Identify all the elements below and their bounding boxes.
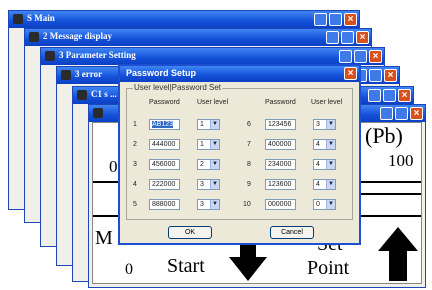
password-setup-dialog: Password Setup × User level|Password Set… — [118, 64, 361, 245]
value-0-bottom: 0 — [125, 261, 133, 278]
app-icon — [93, 108, 103, 118]
point-label: Point — [307, 257, 350, 279]
row-number: 3 — [133, 161, 137, 168]
group-label: User level|Password Set — [133, 83, 222, 92]
password-field[interactable]: 456000 — [149, 159, 180, 170]
password-field[interactable]: 222000 — [149, 179, 180, 190]
maximize-button[interactable] — [383, 89, 396, 102]
password-field[interactable]: 000000 — [265, 199, 296, 210]
user-level-select[interactable]: 0 ▼ — [313, 199, 336, 210]
user-level-select[interactable]: 4 ▼ — [313, 139, 336, 150]
close-button[interactable]: × — [344, 13, 357, 26]
row-number: 5 — [133, 201, 137, 208]
close-button[interactable]: × — [384, 69, 397, 82]
minimize-button[interactable] — [314, 13, 327, 26]
value-100: 100 — [388, 151, 414, 170]
maximize-button[interactable] — [329, 13, 342, 26]
minimize-button[interactable] — [339, 50, 352, 63]
password-field[interactable]: 123456 — [265, 119, 296, 130]
maximize-button[interactable] — [354, 50, 367, 63]
password-field[interactable]: 444000 — [149, 139, 180, 150]
app-icon — [45, 51, 55, 61]
title-bar[interactable]: 2 Message display × — [25, 29, 371, 46]
dialog-title: Password Setup — [126, 68, 197, 78]
password-field[interactable]: AB123 — [149, 119, 180, 130]
maximize-button[interactable] — [341, 31, 354, 44]
row-number: 4 — [133, 181, 137, 188]
ok-button[interactable]: OK — [168, 226, 212, 239]
minimize-button[interactable] — [380, 107, 393, 120]
m-label: M — [95, 227, 113, 249]
cancel-button[interactable]: Cancel — [270, 226, 314, 239]
window-title: C1 s ... — [91, 89, 117, 99]
maximize-button[interactable] — [369, 69, 382, 82]
close-button[interactable]: × — [398, 89, 411, 102]
row-number: 9 — [247, 181, 251, 188]
up-arrow-icon — [378, 227, 418, 281]
bar-right — [355, 181, 421, 217]
title-bar[interactable]: 3 Parameter Setting × — [41, 48, 384, 65]
user-level-select[interactable]: 1 ▼ — [197, 139, 220, 150]
user-level-select[interactable]: 1 ▼ — [197, 119, 220, 130]
app-icon — [29, 32, 39, 42]
window-title: S Main — [27, 13, 55, 23]
user-level-select[interactable]: 4 ▼ — [313, 159, 336, 170]
dialog-title-bar[interactable]: Password Setup × — [120, 66, 359, 82]
dropdown-arrow-icon[interactable]: ▼ — [210, 200, 219, 209]
user-level-select[interactable]: 3 ▼ — [197, 199, 220, 210]
window-title: 3 error — [75, 69, 103, 79]
password-field[interactable]: 123600 — [265, 179, 296, 190]
dropdown-arrow-icon[interactable]: ▼ — [210, 140, 219, 149]
dropdown-arrow-icon[interactable]: ▼ — [210, 180, 219, 189]
row-number: 2 — [133, 141, 137, 148]
window-title: 2 Message display — [43, 31, 113, 41]
app-icon — [77, 90, 87, 100]
user-level-select[interactable]: 2 ▼ — [197, 159, 220, 170]
password-field[interactable]: 234000 — [265, 159, 296, 170]
dropdown-arrow-icon[interactable]: ▼ — [326, 180, 335, 189]
password-header-right: Password — [265, 99, 296, 106]
user-level-select[interactable]: 3 ▼ — [313, 119, 336, 130]
password-header-left: Password — [149, 99, 180, 106]
row-number: 1 — [133, 121, 137, 128]
app-icon — [13, 14, 23, 24]
dropdown-arrow-icon[interactable]: ▼ — [210, 120, 219, 129]
bar-left — [93, 181, 121, 217]
close-button[interactable]: × — [356, 31, 369, 44]
user-level-select[interactable]: 4 ▼ — [313, 179, 336, 190]
dialog-close-button[interactable]: × — [344, 67, 357, 80]
password-group: User level|Password Set Password User le… — [126, 83, 353, 220]
dropdown-arrow-icon[interactable]: ▼ — [210, 160, 219, 169]
pb-label: (Pb) — [365, 123, 403, 148]
window-title: 3 Parameter Setting — [59, 50, 136, 60]
close-button[interactable]: × — [410, 107, 423, 120]
password-field[interactable]: 400000 — [265, 139, 296, 150]
close-button[interactable]: × — [369, 50, 382, 63]
title-bar[interactable]: S Main × — [9, 11, 359, 28]
row-number: 7 — [247, 141, 251, 148]
password-field[interactable]: 888000 — [149, 199, 180, 210]
minimize-button[interactable] — [326, 31, 339, 44]
minimize-button[interactable] — [368, 89, 381, 102]
maximize-button[interactable] — [395, 107, 408, 120]
row-number: 6 — [247, 121, 251, 128]
app-icon — [61, 70, 71, 80]
value-0-top: 0 — [109, 157, 118, 176]
user-level-select[interactable]: 3 ▼ — [197, 179, 220, 190]
user-level-header-left: User level — [197, 99, 229, 106]
dropdown-arrow-icon[interactable]: ▼ — [326, 200, 335, 209]
start-label: Start — [167, 255, 205, 277]
row-number: 8 — [247, 161, 251, 168]
dropdown-arrow-icon[interactable]: ▼ — [326, 140, 335, 149]
dropdown-arrow-icon[interactable]: ▼ — [326, 120, 335, 129]
row-number: 10 — [243, 201, 251, 208]
user-level-header-right: User level — [311, 99, 343, 106]
dropdown-arrow-icon[interactable]: ▼ — [326, 160, 335, 169]
